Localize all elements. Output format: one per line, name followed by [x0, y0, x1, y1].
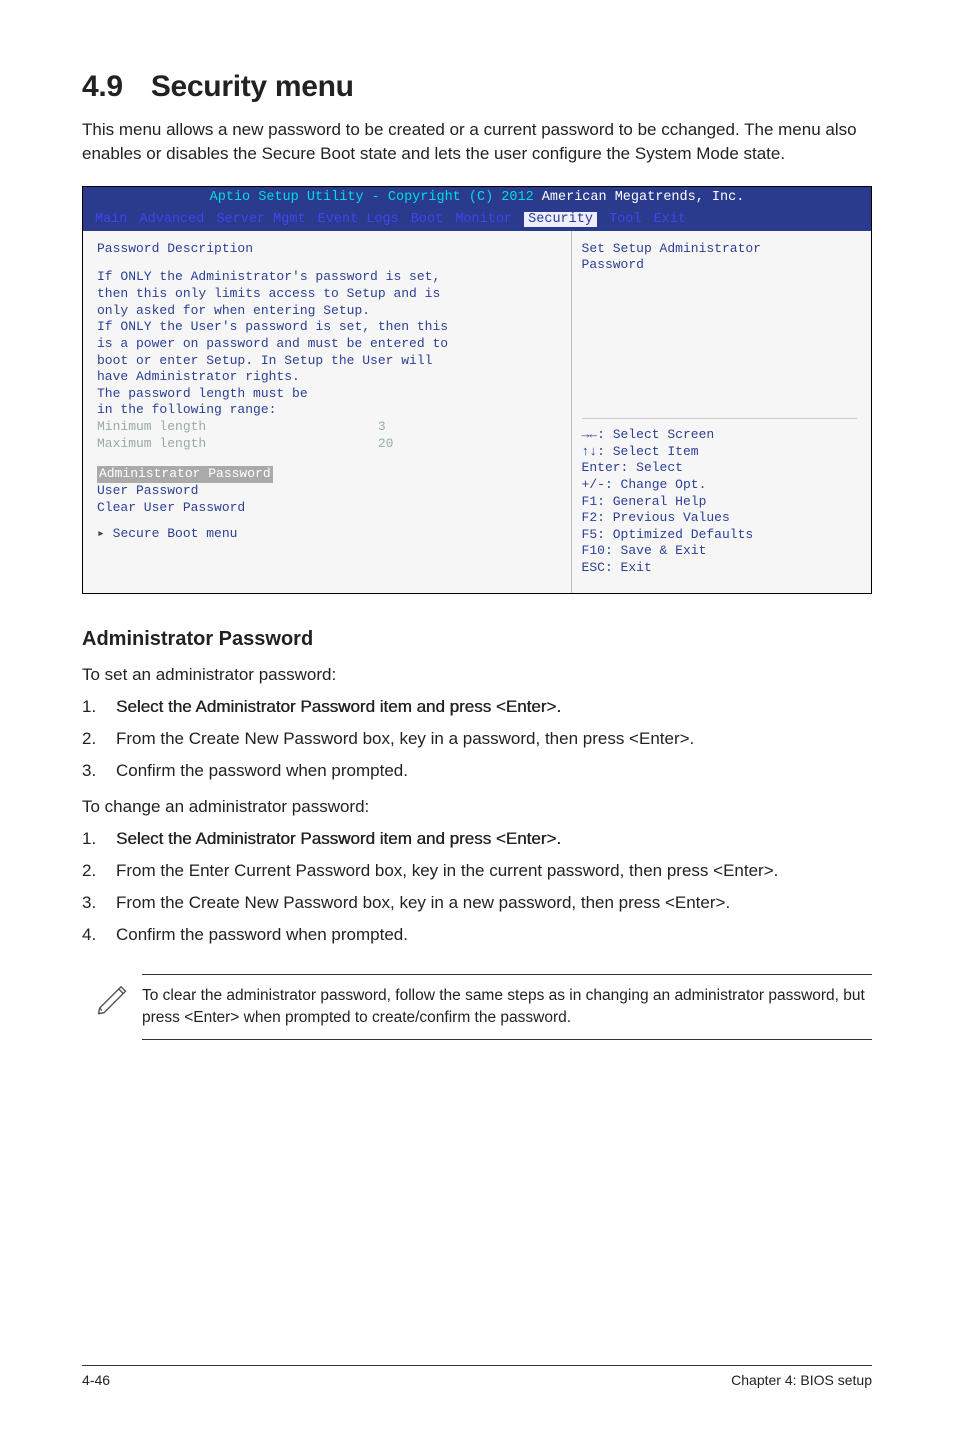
bios-secure-boot-menu[interactable]: ▸ Secure Boot menu	[97, 526, 563, 543]
set-intro: To set an administrator password:	[82, 665, 872, 685]
bios-right-pane: Set Setup Administrator Password →←: Sel…	[572, 231, 871, 593]
menu-tool[interactable]: Tool	[609, 212, 641, 227]
bios-min-length: Minimum length 3	[97, 419, 563, 436]
bios-desc-line: boot or enter Setup. In Setup the User w…	[97, 353, 563, 370]
list-item: 4.Confirm the password when prompted.	[82, 923, 872, 947]
menu-monitor[interactable]: Monitor	[455, 212, 512, 227]
bios-header: Aptio Setup Utility - Copyright (C) 2012…	[83, 187, 871, 231]
change-steps-list: 1.Select the Administrator Password item…	[82, 827, 872, 948]
heading-title: Security menu	[151, 70, 354, 103]
bios-left-pane: Password Description If ONLY the Adminis…	[83, 231, 572, 593]
bios-screenshot: Aptio Setup Utility - Copyright (C) 2012…	[82, 186, 872, 593]
lead-paragraph: This menu allows a new password to be cr…	[82, 118, 872, 166]
heading-number: 4.9	[82, 70, 123, 104]
note-block: To clear the administrator password, fol…	[82, 974, 872, 1041]
bios-body: Password Description If ONLY the Adminis…	[83, 231, 871, 593]
bios-right-heading: Set Setup Administrator Password	[582, 241, 857, 274]
menu-exit[interactable]: Exit	[654, 212, 686, 227]
bios-help-text: →←: Select Screen ↑↓: Select Item Enter:…	[582, 427, 857, 577]
bios-menu-bar: Main Advanced Server Mgmt Event Logs Boo…	[83, 209, 871, 231]
bios-desc-line: in the following range:	[97, 402, 563, 419]
change-intro: To change an administrator password:	[82, 797, 872, 817]
bios-desc-line: have Administrator rights.	[97, 369, 563, 386]
bios-title: Aptio Setup Utility - Copyright (C) 2012…	[83, 187, 871, 208]
note-text: To clear the administrator password, fol…	[142, 974, 872, 1041]
submenu-arrow-icon: ▸	[97, 526, 113, 541]
list-item: 2.From the Enter Current Password box, k…	[82, 859, 872, 883]
bios-desc-line: If ONLY the Administrator's password is …	[97, 269, 563, 286]
page-number: 4-46	[82, 1372, 110, 1388]
list-item: 3.From the Create New Password box, key …	[82, 891, 872, 915]
list-item: 2.From the Create New Password box, key …	[82, 727, 872, 751]
menu-event-logs[interactable]: Event Logs	[318, 212, 399, 227]
bios-max-length: Maximum length 20	[97, 436, 563, 453]
bios-desc-line: is a power on password and must be enter…	[97, 336, 563, 353]
bios-desc-line: The password length must be	[97, 386, 563, 403]
menu-main[interactable]: Main	[95, 212, 127, 227]
list-item: 1.Select the Administrator Password item…	[82, 695, 872, 719]
chapter-label: Chapter 4: BIOS setup	[731, 1372, 872, 1388]
bios-item-admin-password[interactable]: Administrator Password	[97, 466, 563, 483]
set-steps-list: 1.Select the Administrator Password item…	[82, 695, 872, 783]
bios-title-right: American Megatrends, Inc.	[542, 190, 745, 205]
admin-password-heading: Administrator Password	[82, 628, 872, 651]
menu-boot[interactable]: Boot	[411, 212, 443, 227]
bios-left-heading: Password Description	[97, 241, 563, 258]
list-item: 1.Select the Administrator Password item…	[82, 827, 872, 851]
note-pencil-icon	[82, 974, 142, 1016]
menu-server-mgmt[interactable]: Server Mgmt	[216, 212, 305, 227]
bios-item-user-password[interactable]: User Password	[97, 483, 563, 500]
bios-desc-line: then this only limits access to Setup an…	[97, 286, 563, 303]
bios-title-left: Aptio Setup Utility - Copyright (C) 2012	[210, 190, 542, 205]
page-heading: 4.9 Security menu	[82, 70, 872, 104]
page-footer: 4-46 Chapter 4: BIOS setup	[82, 1365, 872, 1388]
bios-item-clear-user-password[interactable]: Clear User Password	[97, 500, 563, 517]
bios-desc-line: only asked for when entering Setup.	[97, 303, 563, 320]
bios-desc-line: If ONLY the User's password is set, then…	[97, 319, 563, 336]
menu-security[interactable]: Security	[524, 212, 597, 227]
list-item: 3.Confirm the password when prompted.	[82, 759, 872, 783]
menu-advanced[interactable]: Advanced	[140, 212, 205, 227]
bios-right-divider	[582, 418, 857, 419]
